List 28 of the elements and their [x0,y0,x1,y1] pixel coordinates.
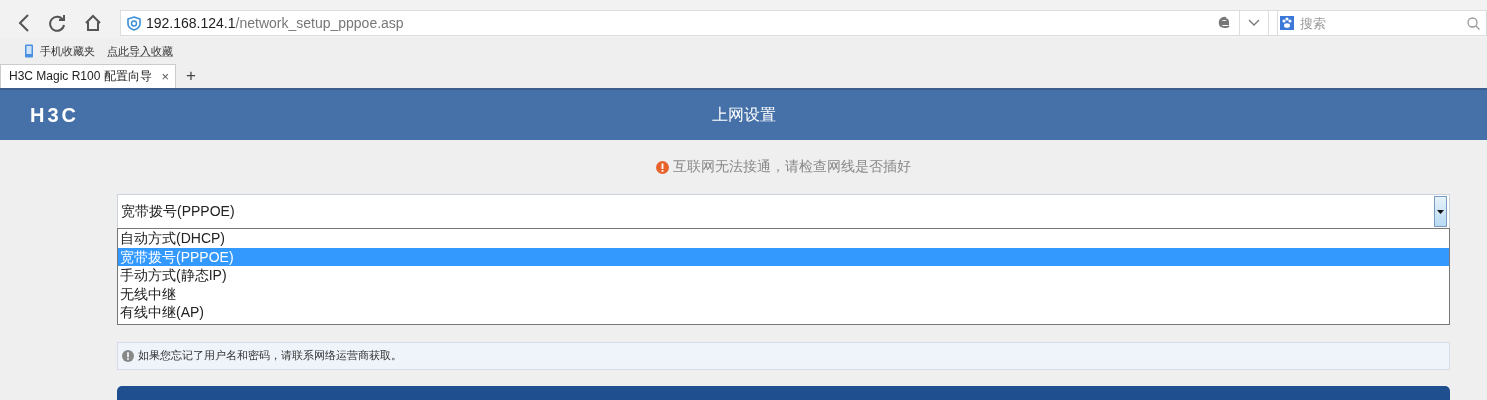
search-icon[interactable] [1467,16,1480,30]
option-item[interactable]: 无线中继 [118,284,1449,304]
page-title: 上网设置 [711,104,776,125]
back-icon[interactable] [18,14,30,32]
option-item[interactable]: 自动方式(DHCP) [118,229,1449,248]
phone-icon [24,44,34,58]
alert-message: 互联网无法接通，请检查网线是否插好 [673,158,911,176]
logo: H3C [30,103,79,127]
url-host: 192.168.124.1 [146,15,236,31]
bookmark-link[interactable]: 手机收藏夹 [40,43,95,59]
url-path: /network_setup_pppoe.asp [235,15,404,31]
bookmark-link[interactable]: 点此导入收藏 [107,43,173,59]
search-field[interactable]: 搜索 [1278,10,1487,36]
option-item[interactable]: 手动方式(静态IP) [118,266,1449,285]
info-icon [122,349,134,362]
dropdown-caret-icon[interactable] [1248,19,1260,27]
warning-icon [656,160,669,174]
option-item[interactable]: 有线中继(AP) [118,303,1449,322]
new-tab-button[interactable]: + [186,66,196,86]
close-tab-icon[interactable]: × [161,69,169,84]
paw-icon[interactable] [1280,16,1294,30]
hint-text: 如果您忘记了用户名和密码，请联系网络运营商获取。 [138,348,402,364]
address-bar[interactable]: 192.168.124.1/network_setup_pppoe.asp [120,10,1278,36]
browser-tab[interactable]: H3C Magic R100 配置向导 × [0,64,176,88]
shield-icon [127,15,141,31]
reload-icon[interactable] [48,14,66,32]
home-icon[interactable] [84,14,102,32]
connection-type-select[interactable]: 宽带拨号(PPPOE) [117,194,1450,229]
